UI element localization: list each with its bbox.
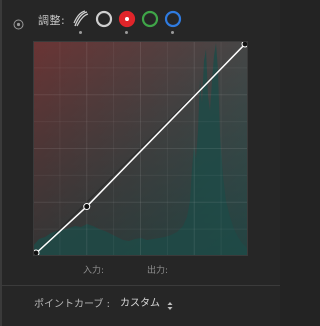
parametric-curve-icon[interactable] (72, 10, 90, 28)
red-channel-icon[interactable] (118, 10, 136, 28)
blue-channel-icon[interactable] (164, 10, 182, 28)
parametric-indicator-dot (79, 31, 82, 34)
point-curve-select[interactable]: カスタム (120, 293, 173, 310)
rgb-channel-icon[interactable] (95, 10, 113, 28)
input-label: 入力: (83, 266, 105, 276)
curve-toolbar: 調整: (0, 0, 280, 36)
target-adjust-icon[interactable] (13, 15, 24, 30)
point-curve-value: カスタム (120, 297, 160, 309)
curve-control-point[interactable] (83, 203, 91, 211)
red-indicator-dot (125, 31, 128, 34)
green-channel-icon[interactable] (141, 10, 159, 28)
footer-divider (0, 285, 280, 286)
tone-curve-graph[interactable] (33, 41, 248, 256)
input-value (108, 261, 134, 275)
point-curve-label: ポイントカーブ : (34, 299, 110, 310)
output-label: 出力: (147, 266, 169, 276)
panel-left-border (0, 0, 2, 326)
tone-curve-panel: 調整: 入力: 出力: ポイントカーブ: カスタム (0, 0, 280, 326)
adjust-label: 調整: (38, 14, 66, 27)
updown-arrows-icon (167, 296, 173, 310)
output-value (172, 261, 198, 275)
blue-indicator-dot (171, 31, 174, 34)
